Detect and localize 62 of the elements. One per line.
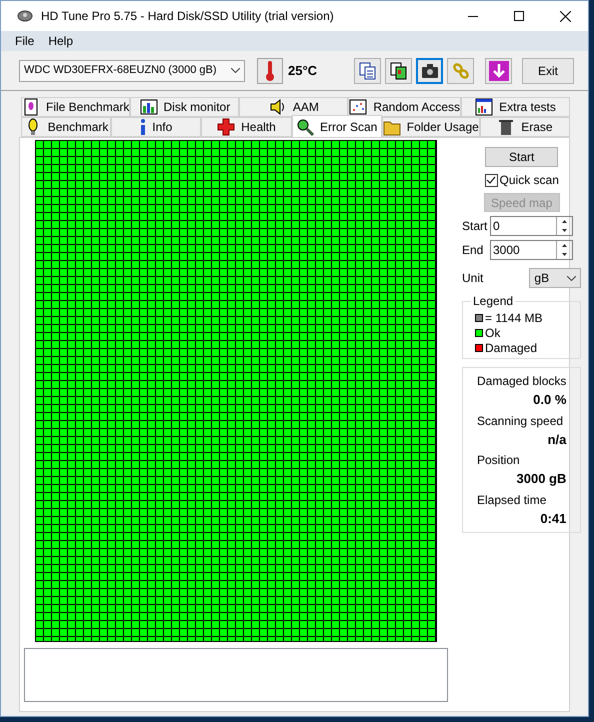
tab[interactable]: File Benchmark: [21, 97, 130, 117]
thermometer-icon: [266, 60, 274, 80]
toolbar-button[interactable]: [385, 58, 412, 84]
stat-value: 0:41: [540, 510, 566, 528]
scatter-plot-icon: [349, 98, 368, 116]
chevron-down-icon: [567, 276, 576, 280]
tab[interactable]: Random Access: [348, 97, 462, 117]
stat-label: Elapsed time: [477, 492, 548, 508]
drive-dropdown[interactable]: WDC WD30EFRX-68EUZN0 (3000 gB): [19, 60, 245, 82]
speaker-icon: [268, 98, 287, 116]
stat-value: n/a: [548, 430, 566, 448]
tab[interactable]: Extra tests: [461, 97, 570, 117]
bar-graph-icon: [140, 98, 158, 116]
stat-value: 3000 gB: [516, 470, 566, 488]
tab[interactable]: Info: [111, 117, 202, 137]
stat-value: 0.0 %: [533, 391, 566, 409]
info-icon: [140, 118, 146, 136]
checkmark-icon: [486, 176, 496, 184]
cross-icon: [217, 118, 236, 136]
field-label: End: [462, 242, 484, 259]
close-icon: [560, 10, 570, 22]
tab[interactable]: Benchmark: [21, 117, 112, 137]
quick-scan-checkbox[interactable]: Quick scan: [484, 171, 559, 189]
trash-icon: [497, 118, 516, 136]
start-button[interactable]: Start: [485, 147, 558, 167]
temperature-button[interactable]: [257, 58, 283, 84]
legend-label: = 1144 MB: [485, 310, 542, 326]
number-field[interactable]: 3000: [490, 240, 573, 260]
document-icon: [22, 98, 40, 116]
temperature-value: 25°C: [288, 62, 318, 80]
download-icon: [488, 60, 508, 80]
exit-button[interactable]: Exit: [522, 58, 574, 84]
stat-label: Damaged blocks: [477, 373, 566, 390]
legend-label: Ok: [485, 324, 500, 342]
field-label: Start: [462, 218, 486, 235]
menu-item[interactable]: File: [15, 32, 34, 50]
tab[interactable]: Error Scan: [292, 115, 382, 137]
toolbar-button[interactable]: [354, 58, 381, 84]
tab[interactable]: Folder Usage: [382, 117, 480, 137]
chart-window-icon: [475, 98, 494, 116]
stat-label: Scanning speed: [477, 412, 564, 430]
legend-label: Damaged: [485, 340, 538, 356]
tab[interactable]: Disk monitor: [130, 97, 240, 117]
tab[interactable]: Erase: [480, 117, 570, 137]
maximize-icon: [514, 11, 524, 21]
tab[interactable]: AAM: [239, 97, 348, 117]
chain-icon: [452, 62, 470, 80]
number-field[interactable]: 0: [490, 216, 573, 236]
tab[interactable]: Health: [201, 117, 292, 137]
camera-icon: [420, 62, 438, 80]
chevron-down-icon: [231, 68, 240, 73]
hard-disk-icon: [17, 9, 33, 23]
toolbar-button[interactable]: [416, 58, 443, 84]
copy-icon: [390, 62, 408, 80]
group-title: Legend: [472, 293, 514, 310]
unit-dropdown[interactable]: gB: [529, 268, 582, 288]
stat-label: Position: [477, 452, 521, 469]
magnifier-icon: [296, 118, 314, 136]
menu-item[interactable]: Help: [48, 32, 74, 50]
copy-icon: [358, 62, 376, 80]
window-title: HD Tune Pro 5.75 - Hard Disk/SSD Utility (trial version): [41, 8, 334, 25]
field-label: Unit: [462, 270, 484, 287]
